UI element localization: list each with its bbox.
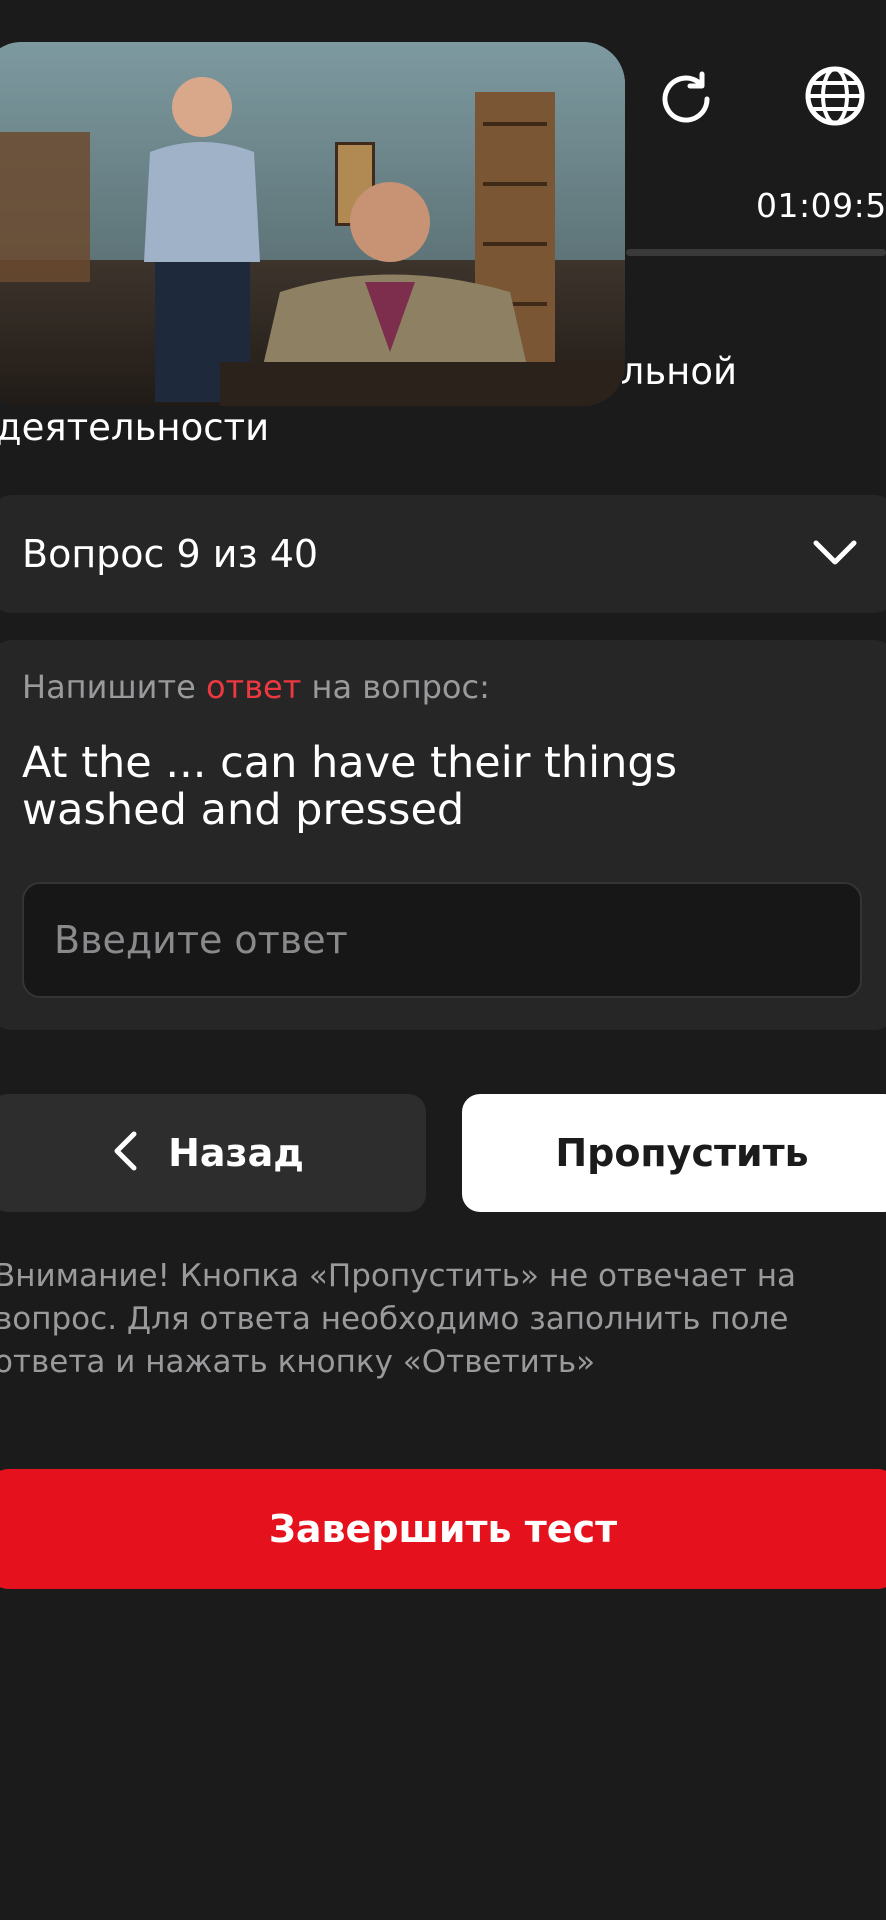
topic-title-line2: деятельности — [0, 406, 270, 449]
question-counter: Вопрос 9 из 40 — [22, 532, 319, 576]
answer-input[interactable] — [22, 882, 862, 998]
skip-button[interactable]: Пропустить — [462, 1094, 886, 1212]
back-button[interactable]: Назад — [0, 1094, 426, 1212]
refresh-icon[interactable] — [655, 68, 717, 134]
question-text: At the ... can have their things washed … — [22, 738, 678, 835]
progress-track — [626, 249, 886, 256]
chevron-left-icon — [112, 1130, 138, 1176]
answer-prompt: Напишите ответ на вопрос: — [22, 668, 490, 706]
finish-test-button[interactable]: Завершить тест — [0, 1469, 886, 1589]
timer: 01:09:58 — [756, 186, 886, 225]
prompt-accent: ответ — [205, 668, 302, 706]
video-overlay[interactable] — [0, 42, 625, 406]
skip-notice: Внимание! Кнопка «Пропустить» не отвечае… — [0, 1258, 796, 1380]
chevron-down-icon[interactable] — [812, 538, 858, 572]
globe-icon[interactable] — [803, 64, 867, 132]
back-button-label: Назад — [168, 1131, 304, 1175]
